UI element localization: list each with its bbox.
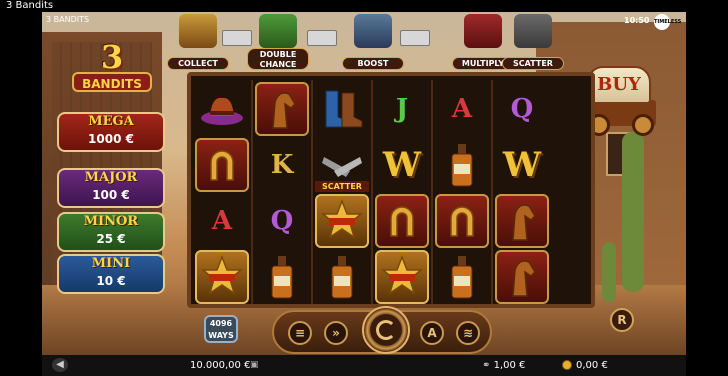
balance-value: 10.000,00 € bbox=[190, 360, 251, 371]
feature-boost: BOOST bbox=[342, 14, 404, 74]
status-bar: ◀ 10.000,00 € ▣ ⚭ 1,00 € 0,00 € bbox=[42, 355, 686, 376]
bet-icon: ⚭ bbox=[482, 360, 494, 371]
sheriff-badge-icon bbox=[195, 250, 249, 304]
jackpot-value: 25 € bbox=[96, 232, 126, 246]
feature-collect: COLLECT bbox=[167, 14, 229, 74]
game-canvas: 3 BANDITS 3 BANDITS MEGA 1000 € MAJOR 10… bbox=[42, 12, 686, 355]
wild-w-icon: W bbox=[382, 145, 422, 185]
cactus bbox=[622, 132, 644, 292]
boots-icon bbox=[315, 82, 369, 136]
scatter-label: SCATTER bbox=[315, 181, 369, 192]
turbo-button[interactable]: » bbox=[324, 321, 348, 345]
scatter-revolvers-icon: SCATTER bbox=[315, 138, 369, 192]
symbol-q: Q bbox=[510, 94, 534, 124]
ways-badge: 4096 WAYS bbox=[204, 315, 238, 343]
whiskey-bottle-icon bbox=[435, 138, 489, 192]
horse-icon bbox=[495, 194, 549, 248]
spin-button[interactable] bbox=[362, 306, 410, 354]
cowboy-portrait-icon bbox=[179, 14, 217, 48]
ways-label: WAYS bbox=[208, 331, 234, 340]
symbol-j: J bbox=[395, 94, 409, 124]
menu-button[interactable]: ≡ bbox=[288, 321, 312, 345]
feature-double-chance: DOUBLE CHANCE bbox=[247, 14, 309, 74]
reel: SCATTER bbox=[313, 80, 373, 304]
horseshoe-icon bbox=[435, 194, 489, 248]
jackpot-mega: MEGA 1000 € bbox=[57, 112, 165, 152]
jackpot-name: MINOR bbox=[83, 214, 139, 229]
jackpot-minor: MINOR 25 € bbox=[57, 212, 165, 252]
jackpot-value: 100 € bbox=[92, 188, 130, 202]
reel: K Q bbox=[253, 80, 313, 304]
jackpot-name: MINI bbox=[91, 256, 131, 271]
feature-label: COLLECT bbox=[167, 57, 229, 70]
symbol-a: A bbox=[451, 94, 473, 124]
win-value: 0,00 € bbox=[576, 360, 608, 371]
buy-feature-button[interactable]: BUY bbox=[587, 66, 651, 104]
symbol-k: K bbox=[270, 150, 294, 180]
coins-icon bbox=[562, 360, 572, 370]
cards-icon bbox=[400, 30, 430, 46]
symbol-a: A bbox=[211, 206, 233, 236]
jackpot-name: MAJOR bbox=[84, 170, 138, 185]
replay-button[interactable]: R bbox=[610, 308, 634, 332]
wagon-wheel bbox=[632, 114, 654, 136]
game-small-title: 3 BANDITS bbox=[46, 15, 90, 24]
horseshoe-icon bbox=[195, 138, 249, 192]
feature-label: BOOST bbox=[342, 57, 404, 70]
feature-label: SCATTER bbox=[502, 57, 564, 70]
revolvers-icon bbox=[514, 14, 552, 48]
sheriff-badge-icon bbox=[315, 194, 369, 248]
jackpot-major: MAJOR 100 € bbox=[57, 168, 165, 208]
horseshoe-icon bbox=[375, 194, 429, 248]
sound-icon[interactable]: ◀ bbox=[52, 358, 68, 372]
window-title: 3 Bandits bbox=[0, 0, 728, 12]
bandit-portrait-icon bbox=[354, 14, 392, 48]
horse-icon bbox=[495, 250, 549, 304]
wallet-icon: ▣ bbox=[250, 360, 259, 370]
jackpot-value: 1000 € bbox=[88, 132, 134, 146]
clock: 10:50 bbox=[624, 16, 650, 25]
jackpot-mini: MINI 10 € bbox=[57, 254, 165, 294]
sheriff-badge-icon bbox=[375, 250, 429, 304]
ways-number: 4096 bbox=[209, 319, 233, 328]
reel-grid: A K Q SCATTER J W A Q W bbox=[187, 72, 595, 308]
wild-w-icon: W bbox=[502, 145, 542, 185]
win-display: 0,00 € bbox=[562, 355, 608, 376]
cactus bbox=[602, 242, 616, 302]
jackpot-value: 10 € bbox=[96, 274, 126, 288]
whiskey-bottle-icon bbox=[435, 250, 489, 304]
symbol-q: Q bbox=[270, 206, 294, 236]
reel: Q W bbox=[493, 80, 551, 304]
control-panel: ≡ » A ≋ bbox=[272, 306, 492, 354]
reel: A bbox=[193, 80, 253, 304]
logo-word: BANDITS bbox=[72, 72, 152, 92]
reel: J W bbox=[373, 80, 433, 304]
feature-scatter: SCATTER bbox=[502, 14, 564, 74]
cards-icon bbox=[307, 30, 337, 46]
bet-coins-button[interactable]: ≋ bbox=[456, 321, 480, 345]
whiskey-bottle-icon bbox=[255, 250, 309, 304]
provider-badge: TIMELESS bbox=[654, 14, 681, 30]
bandit-hat-icon bbox=[464, 14, 502, 48]
horse-icon bbox=[255, 82, 309, 136]
bet-value: 1,00 € bbox=[493, 360, 526, 371]
autoplay-button[interactable]: A bbox=[420, 321, 444, 345]
reel: A bbox=[433, 80, 493, 304]
whiskey-bottle-icon bbox=[315, 250, 369, 304]
feature-label: DOUBLE CHANCE bbox=[247, 48, 309, 70]
jackpot-name: MEGA bbox=[88, 114, 134, 129]
cowboy-hat-icon bbox=[195, 82, 249, 136]
game-logo: 3 BANDITS bbox=[72, 40, 152, 100]
bet-display[interactable]: ⚭ 1,00 € bbox=[482, 355, 525, 376]
logo-number: 3 bbox=[100, 38, 124, 76]
gift-box-icon bbox=[259, 14, 297, 48]
